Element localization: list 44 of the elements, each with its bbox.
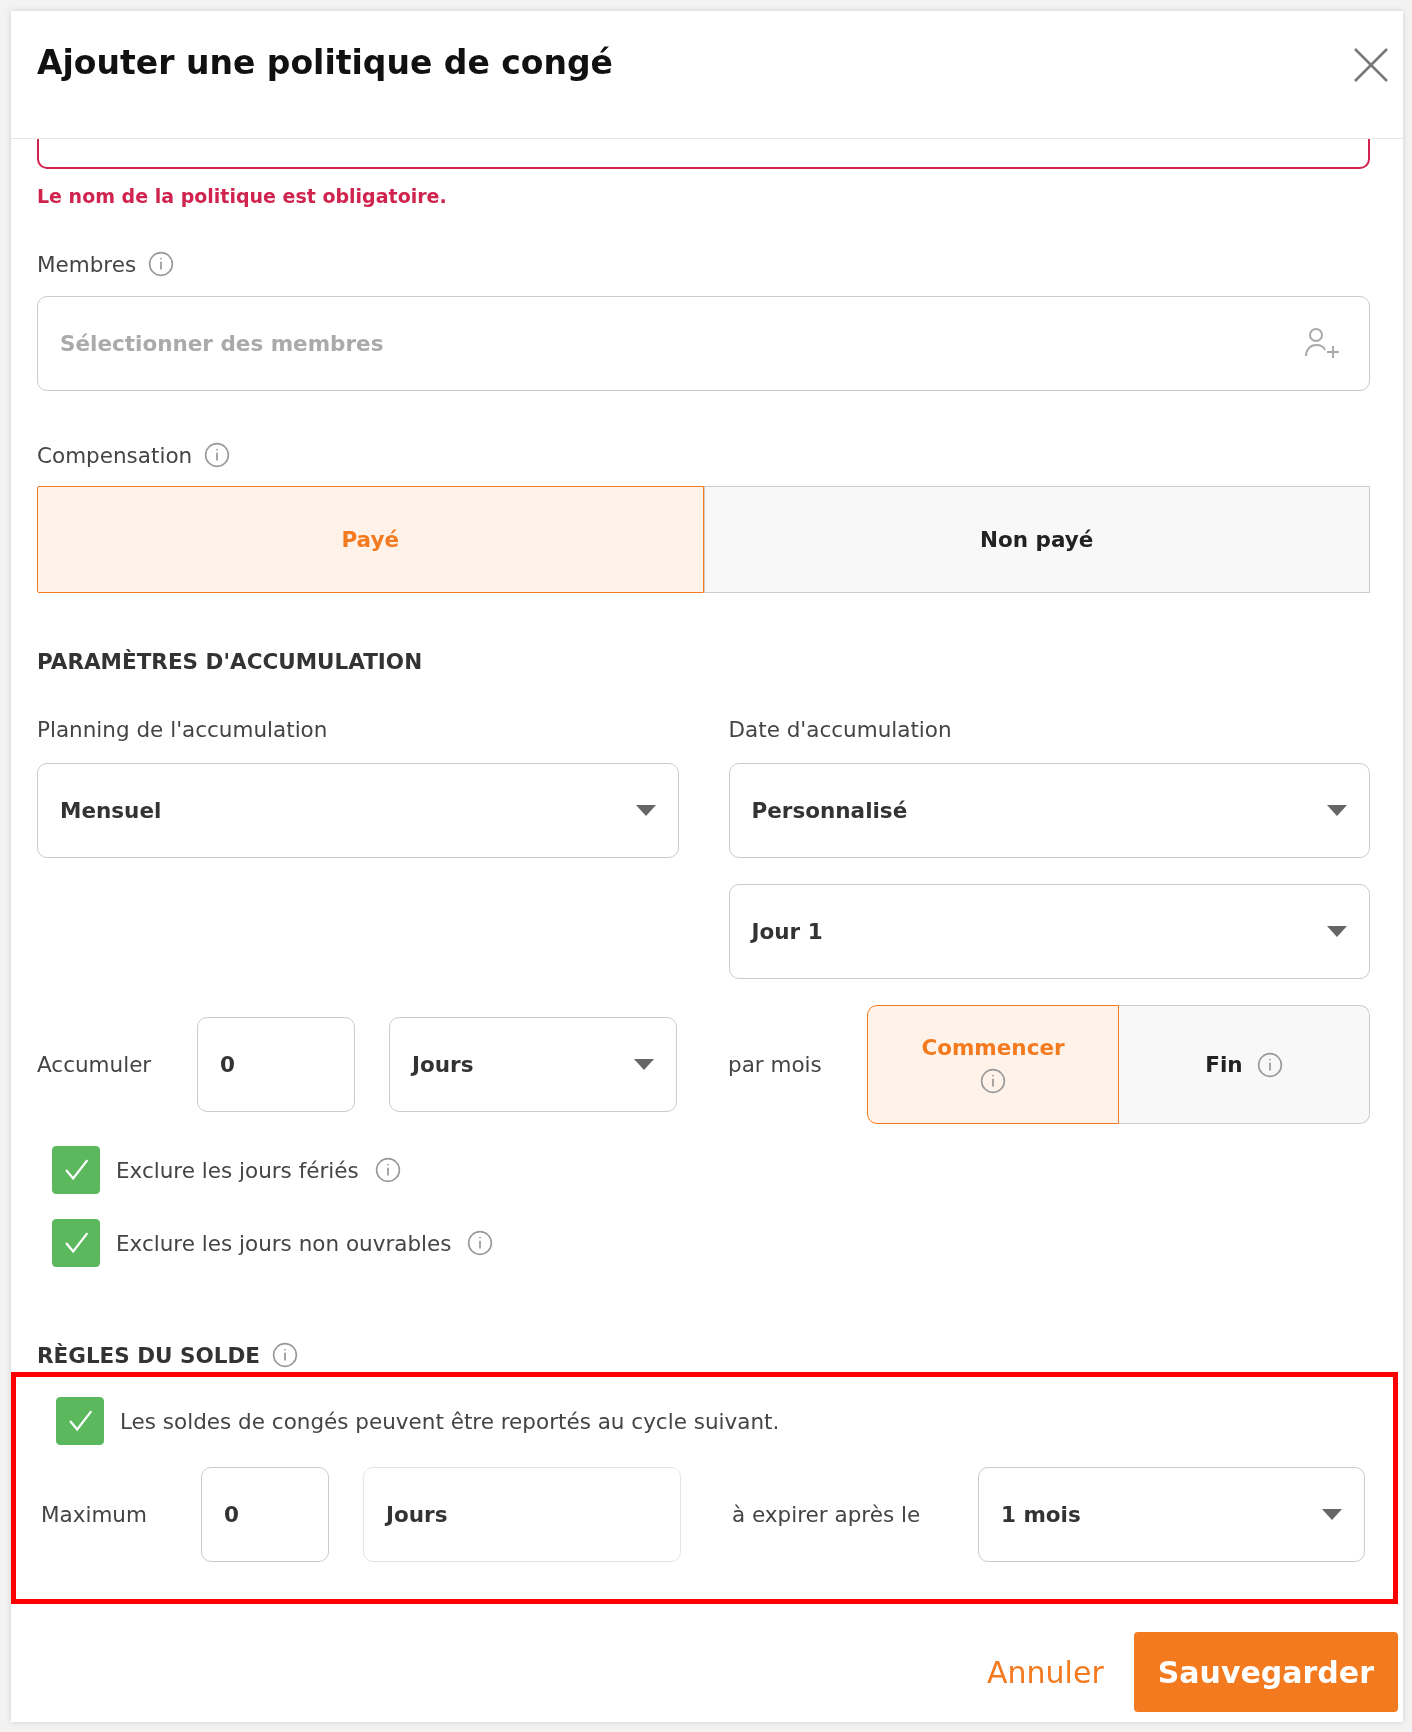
info-icon (980, 1068, 1006, 1094)
checkbox-label: Les soldes de congés peuvent être reportés au cycle suivant. (120, 1408, 780, 1434)
field-label: Membres (37, 251, 137, 277)
info-icon (467, 1230, 494, 1256)
add-person-icon[interactable] (1304, 326, 1340, 360)
unit-select[interactable]: Jours (389, 1017, 677, 1112)
timing-option[interactable]: Fin (1119, 1005, 1370, 1124)
checkbox[interactable] (56, 1397, 104, 1445)
checkbox[interactable] (52, 1219, 100, 1267)
info-icon (1256, 1051, 1283, 1078)
compensation-option[interactable]: Non payé (703, 486, 1370, 593)
expiry-select[interactable]: 1 mois (978, 1467, 1365, 1562)
info-icon (272, 1342, 299, 1368)
input-field[interactable] (37, 139, 1370, 169)
date-select[interactable]: Personnalisé (728, 763, 1370, 858)
field-label: Date d'accumulation (728, 717, 953, 742)
caret-icon (1327, 925, 1347, 938)
info-icon (374, 1157, 401, 1183)
checkbox-label: Exclure les jours fériés (116, 1157, 359, 1183)
close-icon[interactable] (1353, 47, 1389, 83)
schedule-select[interactable]: Mensuel (37, 763, 679, 858)
field-label: à expirer après le (732, 1502, 922, 1527)
info-icon (204, 442, 231, 468)
caret-icon (635, 804, 656, 817)
checkbox[interactable] (52, 1146, 100, 1194)
field-label: Maximum (41, 1502, 148, 1527)
members-field[interactable]: Sélectionner des membres (37, 296, 1370, 391)
error-message: Le nom de la politique est obligatoire. (37, 185, 448, 207)
caret-icon (1322, 1508, 1342, 1521)
field-label: Accumuler (37, 1052, 153, 1077)
amount-field[interactable]: 0 (197, 1017, 355, 1112)
checkbox-label: Exclure les jours non ouvrables (116, 1230, 452, 1256)
caret-icon (1327, 804, 1347, 817)
field-label: Compensation (37, 442, 193, 468)
dialog-title: Ajouter une politique de congé (37, 43, 613, 82)
unit-field: Jours (363, 1467, 681, 1562)
caret-icon (634, 1058, 654, 1071)
day-select[interactable]: Jour 1 (728, 884, 1370, 979)
maximum-field[interactable]: 0 (201, 1467, 329, 1562)
section-heading: PARAMÈTRES D'ACCUMULATION (37, 649, 424, 674)
section-heading: RÈGLES DU SOLDE (37, 1342, 261, 1368)
period-label: par mois (728, 1052, 823, 1077)
field-label: Planning de l'accumulation (37, 717, 329, 742)
info-icon (148, 251, 175, 277)
